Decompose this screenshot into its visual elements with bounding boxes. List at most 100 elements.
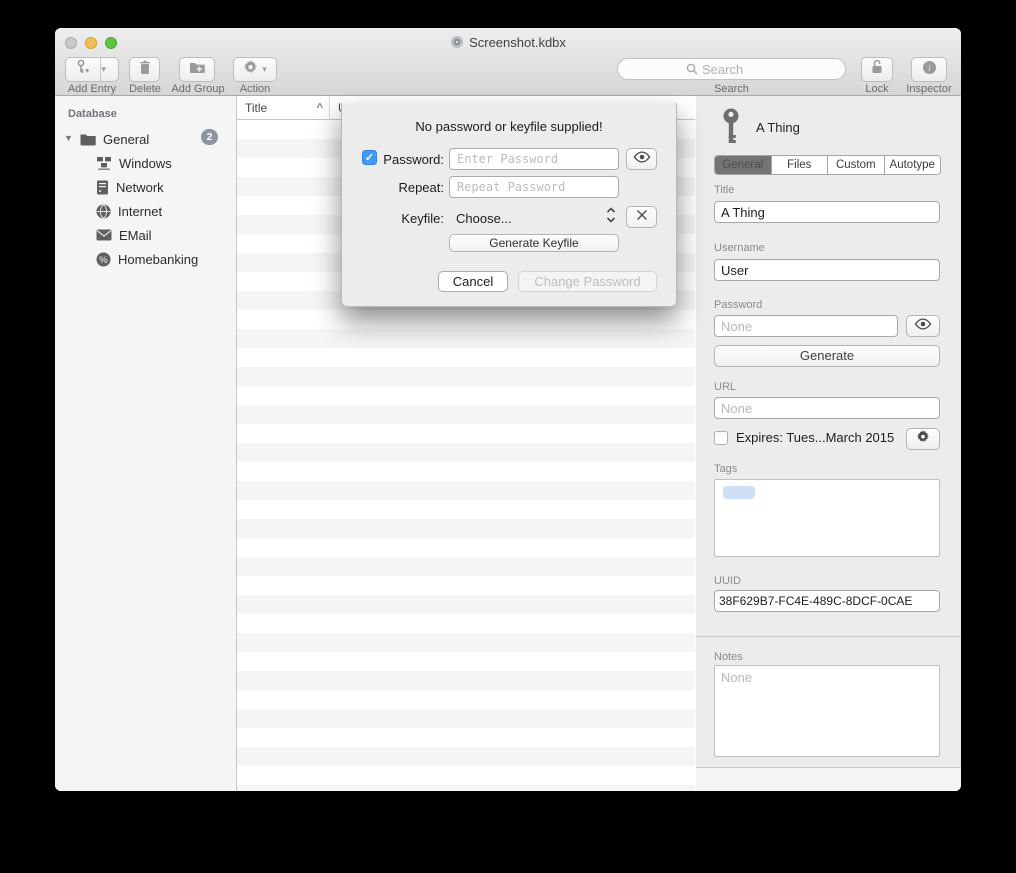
add-entry-label: Add Entry	[59, 83, 125, 95]
sidebar-item-label: Windows	[119, 156, 172, 171]
sidebar: Database ▼ General 2 Windows Network	[55, 96, 237, 791]
window-header: Screenshot.kdbx ▾ Add Entry Delete	[55, 28, 961, 96]
generate-password-button[interactable]: Generate	[714, 345, 940, 367]
unlock-icon	[870, 59, 884, 80]
add-group-button[interactable]	[179, 57, 215, 82]
key-icon	[720, 108, 742, 151]
title-label: Title	[714, 184, 734, 196]
add-entry-button[interactable]: ▾	[65, 57, 119, 82]
folder-icon	[80, 133, 96, 146]
sidebar-item-label: General	[103, 132, 149, 147]
change-password-button[interactable]: Change Password	[518, 271, 657, 292]
trash-icon	[138, 60, 152, 80]
repeat-input[interactable]	[449, 176, 619, 198]
chevron-down-icon[interactable]: ▾	[101, 64, 118, 75]
window-title: Screenshot.kdbx	[55, 35, 961, 52]
tab-files[interactable]: Files	[772, 156, 829, 174]
password-input[interactable]	[449, 148, 619, 170]
uuid-field[interactable]	[714, 590, 940, 612]
sidebar-item-label: Internet	[118, 204, 162, 219]
password-label: Password:	[344, 152, 444, 167]
delete-label: Delete	[124, 83, 166, 95]
search-label: Search	[617, 83, 846, 95]
tags-box[interactable]	[714, 479, 940, 557]
show-password-button[interactable]	[626, 148, 657, 170]
windows-group-icon	[96, 156, 112, 170]
tab-custom[interactable]: Custom	[828, 156, 885, 174]
close-x-icon	[636, 208, 648, 226]
globe-icon	[96, 204, 111, 219]
key-plus-icon	[66, 59, 100, 80]
server-icon	[96, 180, 109, 195]
divider	[696, 636, 961, 637]
chevron-down-icon: ▾	[262, 64, 267, 75]
gear-icon	[916, 430, 930, 449]
info-icon: i	[922, 60, 937, 80]
search-icon	[686, 63, 698, 75]
notes-label: Notes	[714, 651, 743, 663]
tab-general[interactable]: General	[715, 156, 772, 174]
disclosure-triangle-icon[interactable]: ▼	[64, 133, 73, 143]
eye-icon	[914, 317, 932, 335]
dialog-message: No password or keyfile supplied!	[342, 119, 676, 134]
svg-text:%: %	[99, 254, 108, 265]
keyfile-popup[interactable]: Choose...	[456, 211, 512, 226]
sidebar-item-label: EMail	[119, 228, 152, 243]
eye-icon	[633, 150, 651, 168]
tag-token[interactable]	[723, 486, 755, 499]
stepper-icon[interactable]	[606, 206, 616, 229]
password-field[interactable]	[714, 315, 898, 337]
sidebar-item-email[interactable]: EMail	[96, 224, 152, 246]
search-input[interactable]	[702, 62, 832, 77]
inspector-button[interactable]: i	[911, 57, 947, 82]
document-proxy-icon	[450, 35, 464, 52]
cancel-button[interactable]: Cancel	[438, 271, 508, 292]
username-label: Username	[714, 242, 765, 254]
sidebar-item-internet[interactable]: Internet	[96, 200, 162, 222]
lock-button[interactable]	[861, 57, 893, 82]
folder-plus-icon	[189, 60, 205, 79]
sidebar-item-general[interactable]: General	[80, 128, 149, 150]
percent-icon: %	[96, 252, 111, 267]
add-group-label: Add Group	[167, 83, 229, 95]
clear-keyfile-button[interactable]	[626, 206, 657, 228]
change-password-dialog: No password or keyfile supplied! ✓ Passw…	[341, 103, 677, 307]
sort-ascending-icon: ^	[317, 102, 323, 114]
gear-icon	[243, 60, 258, 80]
repeat-label: Repeat:	[344, 180, 444, 195]
notes-field[interactable]	[714, 665, 940, 757]
action-button[interactable]: ▾	[233, 57, 277, 82]
show-password-button[interactable]	[906, 315, 940, 337]
tags-label: Tags	[714, 463, 737, 475]
title-field[interactable]	[714, 201, 940, 223]
sidebar-item-label: Network	[116, 180, 164, 195]
sidebar-item-windows[interactable]: Windows	[96, 152, 172, 174]
username-field[interactable]	[714, 259, 940, 281]
app-window: Screenshot.kdbx ▾ Add Entry Delete	[55, 28, 961, 791]
envelope-icon	[96, 229, 112, 241]
sidebar-item-label: Homebanking	[118, 252, 198, 267]
inspector-panel: A Thing General Files Custom Autotype Ti…	[696, 96, 961, 791]
expires-settings-button[interactable]	[906, 428, 940, 450]
password-label: Password	[714, 299, 762, 311]
expires-checkbox[interactable]	[714, 431, 728, 445]
sidebar-item-network[interactable]: Network	[96, 176, 164, 198]
uuid-label: UUID	[714, 575, 741, 587]
url-field[interactable]	[714, 397, 940, 419]
url-label: URL	[714, 381, 736, 393]
generate-keyfile-button[interactable]: Generate Keyfile	[449, 234, 619, 252]
group-count-badge: 2	[201, 129, 218, 145]
action-label: Action	[233, 83, 277, 95]
inspector-label: Inspector	[900, 83, 958, 95]
sidebar-item-homebanking[interactable]: % Homebanking	[96, 248, 198, 270]
search-field[interactable]	[617, 58, 846, 80]
column-header-title[interactable]: Title ^	[237, 96, 330, 120]
lock-label: Lock	[858, 83, 896, 95]
delete-button[interactable]	[129, 57, 160, 82]
expires-text: Expires: Tues...March 2015	[736, 430, 894, 445]
tab-autotype[interactable]: Autotype	[885, 156, 941, 174]
entry-title: A Thing	[756, 120, 800, 135]
sidebar-section-header: Database	[68, 108, 117, 120]
inspector-tabs: General Files Custom Autotype	[714, 155, 941, 175]
inspector-footer	[696, 767, 961, 791]
